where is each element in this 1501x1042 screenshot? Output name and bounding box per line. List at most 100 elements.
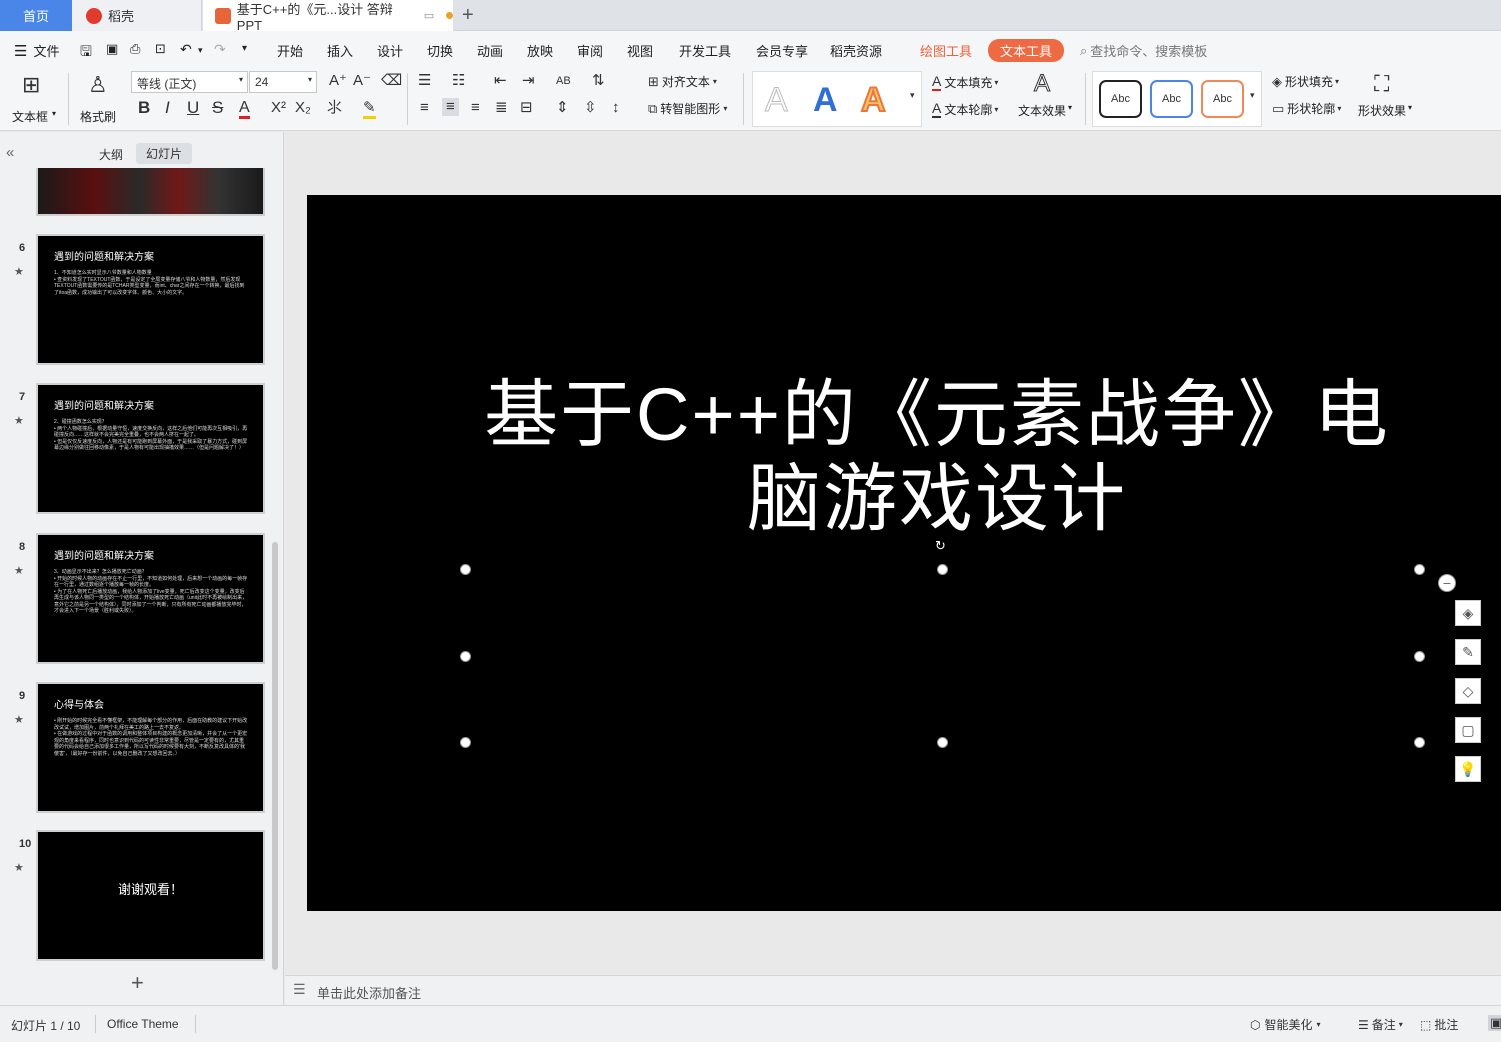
slide-thumbnail-7[interactable]: 遇到的问题和解决方案 2、碰撞函数怎么实现？ • 两个人物碰撞后，根据动量守恒，… [36,383,265,514]
increase-font-icon[interactable]: A⁺ [329,73,347,89]
notes-bar[interactable]: ☰ 单击此处添加备注 [285,975,1501,1005]
line-spacing-icon[interactable]: ↕ [612,100,620,116]
text-effect-button[interactable]: A 文本效果 ▾ [1016,70,1078,125]
shape-effect-button[interactable]: ⛶ 形状效果 ▾ [1356,71,1418,125]
column-spacing-icon[interactable]: ⇳ [584,100,597,116]
outline-tab[interactable]: 大纲 [99,146,123,163]
preview-icon[interactable]: ⊡ [155,41,166,57]
shape-outline-button[interactable]: ▭ 形状轮廓 ▾ [1272,100,1341,117]
tab-home[interactable]: 首页 [0,0,72,31]
slide-thumbnail-8[interactable]: 遇到的问题和解决方案 3、动画显示不出来？怎么播放死亡动画？ • 开始的时候人物… [36,533,265,664]
menu-developer[interactable]: 开发工具 [679,41,731,60]
panel-scrollbar[interactable] [272,542,278,970]
new-tab-button[interactable]: + [462,0,474,31]
increase-indent-icon[interactable]: ⇥ [522,73,535,89]
command-search[interactable]: ⌕ 查找命令、搜索模板 [1080,41,1207,60]
menu-text-tools[interactable]: 文本工具 [988,39,1065,62]
current-slide[interactable]: 基于C++的《元素战争》电脑游戏设计 ↻ − ◈ ✎ ◇ ▢ 💡 [307,195,1501,911]
file-menu[interactable]: ☰ 文件 [14,41,59,60]
resize-handle-bottom-left[interactable] [460,737,471,748]
rotate-handle-icon[interactable]: ↻ [935,538,946,554]
quick-access-more-icon[interactable]: ▾ [242,43,247,54]
menu-insert[interactable]: 插入 [327,41,353,60]
shape-style-more-icon[interactable]: ▾ [1250,87,1255,103]
numbered-list-icon[interactable]: ☷ [452,73,465,89]
bold-icon[interactable]: B [138,99,150,116]
slide-thumbnail-9[interactable]: 心得与体会 • 刚开始的时候完全看不懂框架，不能理解每个部分的作用，后面在助教的… [36,682,265,813]
font-name-select[interactable]: 等线 (正文) ▾ [131,71,248,93]
pen-icon[interactable]: ✎ [1455,639,1481,665]
slide-thumbnail-5[interactable] [36,168,265,216]
distribute-icon[interactable]: ⊟ [520,100,533,116]
menu-member[interactable]: 会员专享 [756,41,808,60]
fill-bucket-icon[interactable]: ◇ [1455,678,1481,704]
save-icon[interactable]: 🖫 [80,41,92,65]
align-text-button[interactable]: ⊞ 对齐文本 ▾ [648,73,717,90]
font-size-select[interactable]: 24 ▾ [249,71,317,93]
resize-handle-top-right[interactable] [1414,564,1425,575]
shape-style-blue[interactable]: Abc [1150,80,1193,118]
undo-dropdown-icon[interactable]: ▾ [198,45,203,56]
layers-icon[interactable]: ◈ [1455,600,1481,626]
slide-thumbnail-6[interactable]: 遇到的问题和解决方案 1、不知道怎么实时显示八爷数量和人物数量 • 查资料发现了… [36,234,265,365]
line-spacing-sort-icon[interactable]: ⇅ [592,73,605,89]
collapse-tools-icon[interactable]: − [1438,574,1456,592]
wordart-more-icon[interactable]: ▾ [910,87,915,103]
menu-design[interactable]: 设计 [377,41,403,60]
slide-thumbnail-10[interactable]: 谢谢观看！ [36,830,265,961]
superscript-icon[interactable]: X² [271,100,286,116]
text-direction-icon[interactable]: AB [556,73,571,89]
text-fill-button[interactable]: A 文本填充 ▾ [932,73,998,91]
lightbulb-icon[interactable]: 💡 [1455,756,1481,782]
highlight-icon[interactable]: ✎ [363,100,376,119]
resize-handle-bottom-right[interactable] [1414,737,1425,748]
justify-icon[interactable]: ≣ [495,100,508,116]
notes-toggle-button[interactable]: ☰ 备注 ▾ [1358,1016,1403,1033]
strikethrough-icon[interactable]: S [212,99,223,116]
resize-handle-bottom[interactable] [937,737,948,748]
export-pdf-icon[interactable]: ▣ [106,41,118,57]
textbox-button[interactable]: ⊞ 文本框 ▾ [12,73,62,125]
undo-icon[interactable]: ↶ [180,41,192,58]
bullet-list-icon[interactable]: ☰ [418,73,431,89]
text-outline-button[interactable]: A 文本轮廓 ▾ [932,100,998,118]
wordart-orange-style[interactable]: A [860,81,887,119]
resize-handle-top[interactable] [937,564,948,575]
resize-handle-right[interactable] [1414,651,1425,662]
paragraph-spacing-icon[interactable]: ⇕ [556,100,569,116]
tab-daoke[interactable]: 稻壳 [72,0,202,31]
slides-tab[interactable]: 幻灯片 [136,143,193,164]
smart-beautify-button[interactable]: ⬡ 智能美化 ▾ [1250,1016,1321,1033]
add-slide-button[interactable]: + [131,970,144,996]
comment-button[interactable]: ⬚ 批注 [1420,1016,1458,1033]
collapse-panel-icon[interactable]: « [6,144,14,161]
resize-handle-top-left[interactable] [460,564,471,575]
clear-format-icon[interactable]: ⌫ [381,73,402,89]
font-color-icon[interactable]: A [239,100,250,119]
italic-icon[interactable]: I [165,99,170,116]
normal-view-icon[interactable]: ▣ [1488,1015,1501,1031]
menu-drawing-tools[interactable]: 绘图工具 [920,41,972,60]
phonetic-icon[interactable]: ⺢ [327,100,342,116]
print-icon[interactable]: ⎙ [130,41,140,57]
shape-style-orange[interactable]: Abc [1201,80,1244,118]
menu-slideshow[interactable]: 放映 [527,41,553,60]
menu-home[interactable]: 开始 [277,41,303,60]
redo-icon[interactable]: ↷ [214,41,226,58]
wordart-plain-style[interactable]: A [765,82,789,119]
decrease-indent-icon[interactable]: ⇤ [494,73,507,89]
align-right-icon[interactable]: ≡ [471,100,480,116]
shape-fill-button[interactable]: ◈ 形状填充 ▾ [1272,73,1339,90]
menu-animation[interactable]: 动画 [477,41,503,60]
format-painter-button[interactable]: ♙ 格式刷 [78,73,122,125]
wordart-blue-style[interactable]: A [813,82,838,118]
notes-placeholder[interactable]: 单击此处添加备注 [317,983,421,1002]
tab-document[interactable]: 基于C++的《元...设计 答辩PPT ▭ [203,0,453,33]
shape-style-dark[interactable]: Abc [1099,80,1142,118]
monitor-icon[interactable]: ▭ [424,9,434,22]
smart-shape-button[interactable]: ⧉ 转智能图形 ▾ [648,100,727,117]
slide-title[interactable]: 基于C++的《元素战争》电脑游戏设计 [457,373,1417,541]
border-icon[interactable]: ▢ [1455,717,1481,743]
theme-name[interactable]: Office Theme [107,1017,179,1031]
underline-icon[interactable]: U [187,99,199,116]
